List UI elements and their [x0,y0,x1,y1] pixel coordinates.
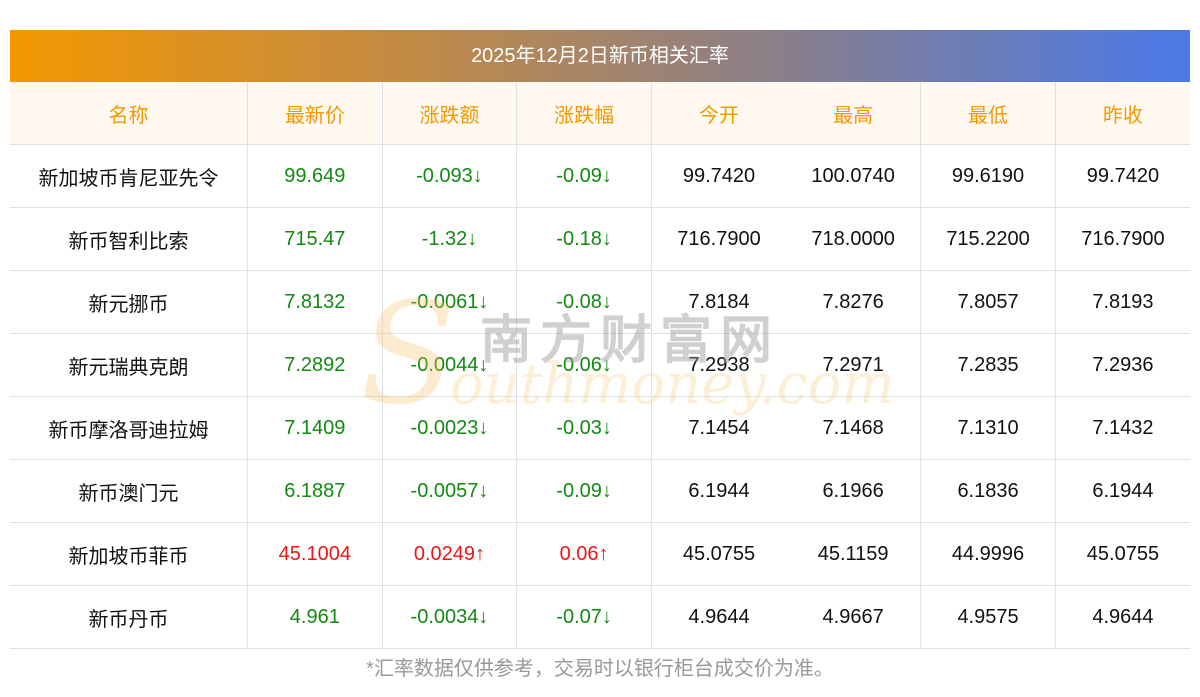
cell-low: 7.1310 [920,396,1056,460]
cell-price: 715.47 [247,207,383,271]
cell-price: 7.8132 [247,270,383,334]
cell-high: 6.1966 [786,459,922,523]
cell-prev: 7.2936 [1055,333,1190,397]
table-row: 新元瑞典克朗 7.2892 -0.0044↓ -0.06↓ 7.2938 7.2971 7.… [10,333,1190,397]
col-price: 最新价 [247,82,383,145]
cell-name: 新币摩洛哥迪拉姆 [10,396,248,460]
cell-name: 新加坡币菲币 [10,522,248,586]
cell-name: 新加坡币肯尼亚先令 [10,144,248,208]
table-row: 新币澳门元 6.1887 -0.0057↓ -0.09↓ 6.1944 6.1966 6.1… [10,459,1190,523]
cell-prev: 99.7420 [1055,144,1190,208]
cell-name: 新币澳门元 [10,459,248,523]
cell-open: 716.7900 [651,207,787,271]
cell-pct: -0.03↓ [516,396,652,460]
cell-change: -0.0034↓ [382,585,518,649]
cell-open: 7.1454 [651,396,787,460]
table-row: 新加坡币菲币 45.1004 0.0249↑ 0.06↑ 45.0755 45.1159 4… [10,522,1190,586]
cell-change: 0.0249↑ [382,522,518,586]
disclaimer: *汇率数据仅供参考，交易时以银行柜台成交价为准。 [366,658,834,680]
cell-open: 6.1944 [651,459,787,523]
exchange-rate-table: 名称 最新价 涨跌额 涨跌幅 今开 最高 最低 昨收 新加坡币肯尼亚先令 99.6… [10,82,1190,649]
cell-open: 4.9644 [651,585,787,649]
cell-price: 7.1409 [247,396,383,460]
cell-low: 4.9575 [920,585,1056,649]
cell-pct: -0.08↓ [516,270,652,334]
cell-low: 99.6190 [920,144,1056,208]
cell-prev: 45.0755 [1055,522,1190,586]
cell-pct: -0.09↓ [516,144,652,208]
table-row: 新元挪币 7.8132 -0.0061↓ -0.08↓ 7.8184 7.8276 7.80… [10,270,1190,334]
col-open: 今开 [651,82,787,145]
table-row: 新加坡币肯尼亚先令 99.649 -0.093↓ -0.09↓ 99.7420 100.0… [10,144,1190,208]
cell-pct: -0.18↓ [516,207,652,271]
header-row: 名称 最新价 涨跌额 涨跌幅 今开 最高 最低 昨收 [10,82,1190,145]
cell-change: -0.0057↓ [382,459,518,523]
cell-change: -0.0023↓ [382,396,518,460]
cell-name: 新币丹币 [10,585,248,649]
cell-pct: -0.06↓ [516,333,652,397]
table-row: 新币摩洛哥迪拉姆 7.1409 -0.0023↓ -0.03↓ 7.1454 7.1468… [10,396,1190,460]
table-row: 新币智利比索 715.47 -1.32↓ -0.18↓ 716.7900 718.0000… [10,207,1190,271]
table-title: 2025年12月2日新币相关汇率 [10,30,1190,82]
cell-high: 718.0000 [786,207,922,271]
cell-name: 新元挪币 [10,270,248,334]
cell-low: 715.2200 [920,207,1056,271]
cell-prev: 7.1432 [1055,396,1190,460]
cell-low: 7.8057 [920,270,1056,334]
cell-pct: -0.07↓ [516,585,652,649]
cell-low: 44.9996 [920,522,1056,586]
cell-price: 4.961 [247,585,383,649]
table-row: 新币丹币 4.961 -0.0034↓ -0.07↓ 4.9644 4.9667 4.957… [10,585,1190,649]
cell-name: 新币智利比索 [10,207,248,271]
cell-change: -0.0061↓ [382,270,518,334]
cell-prev: 7.8193 [1055,270,1190,334]
col-change: 涨跌额 [382,82,518,145]
cell-open: 7.8184 [651,270,787,334]
cell-change: -1.32↓ [382,207,518,271]
col-high: 最高 [786,82,922,145]
cell-prev: 716.7900 [1055,207,1190,271]
cell-change: -0.0044↓ [382,333,518,397]
cell-high: 4.9667 [786,585,922,649]
cell-high: 100.0740 [786,144,922,208]
cell-prev: 4.9644 [1055,585,1190,649]
cell-high: 7.2971 [786,333,922,397]
col-name: 名称 [10,82,248,145]
cell-pct: 0.06↑ [516,522,652,586]
cell-low: 7.2835 [920,333,1056,397]
cell-open: 45.0755 [651,522,787,586]
cell-open: 99.7420 [651,144,787,208]
cell-name: 新元瑞典克朗 [10,333,248,397]
cell-high: 7.8276 [786,270,922,334]
col-prev: 昨收 [1055,82,1190,145]
cell-high: 45.1159 [786,522,922,586]
cell-prev: 6.1944 [1055,459,1190,523]
cell-low: 6.1836 [920,459,1056,523]
cell-price: 6.1887 [247,459,383,523]
cell-change: -0.093↓ [382,144,518,208]
cell-high: 7.1468 [786,396,922,460]
cell-price: 45.1004 [247,522,383,586]
col-low: 最低 [920,82,1056,145]
cell-price: 99.649 [247,144,383,208]
cell-price: 7.2892 [247,333,383,397]
col-pct: 涨跌幅 [516,82,652,145]
cell-open: 7.2938 [651,333,787,397]
cell-pct: -0.09↓ [516,459,652,523]
